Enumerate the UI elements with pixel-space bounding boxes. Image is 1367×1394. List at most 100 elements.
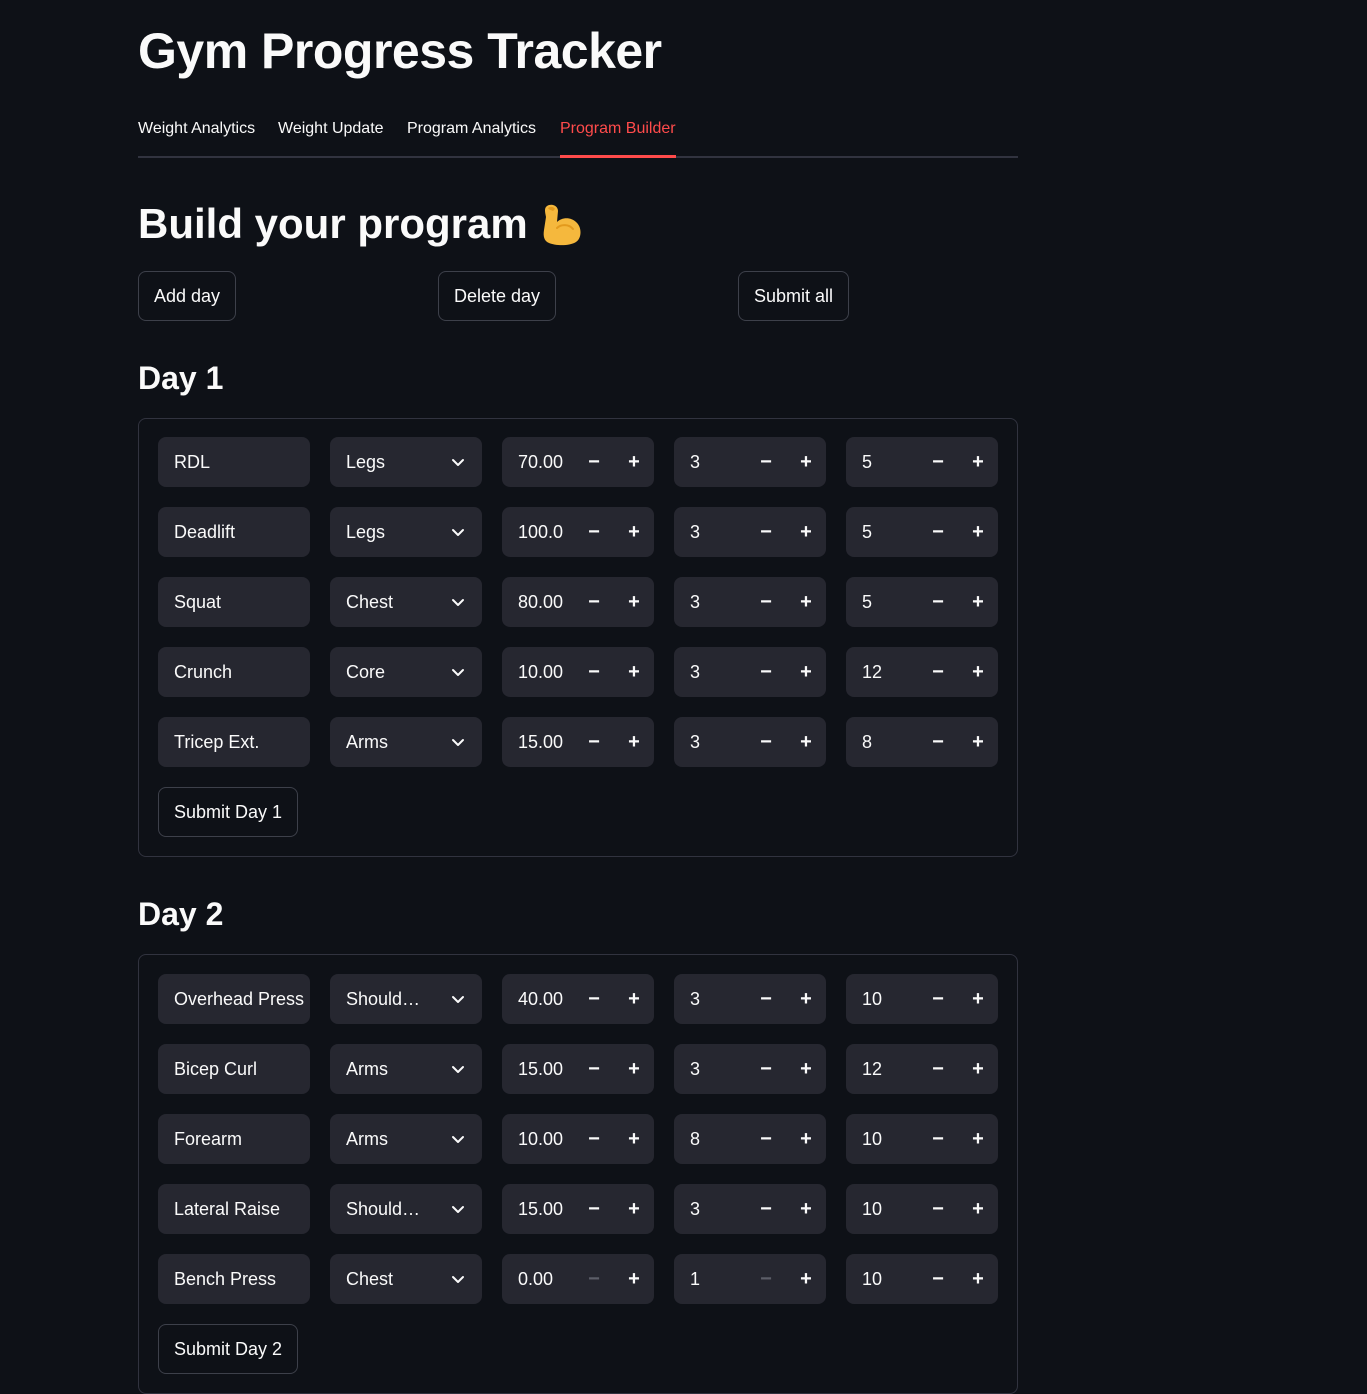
weight-stepper[interactable]: 15.00− +: [502, 1184, 654, 1234]
increment-button[interactable]: +: [786, 577, 826, 627]
reps-stepper[interactable]: 8− +: [846, 717, 998, 767]
exercise-name-input[interactable]: Overhead Press: [158, 974, 310, 1024]
sets-stepper[interactable]: 3− +: [674, 1184, 826, 1234]
weight-stepper[interactable]: 0.00− +: [502, 1254, 654, 1304]
tab-weight-update[interactable]: Weight Update: [278, 112, 384, 156]
increment-button[interactable]: +: [786, 1254, 826, 1304]
weight-stepper[interactable]: 100.0− +: [502, 507, 654, 557]
sets-stepper[interactable]: 3− +: [674, 437, 826, 487]
decrement-button[interactable]: −: [574, 1184, 614, 1234]
exercise-name-input[interactable]: Lateral Raise: [158, 1184, 310, 1234]
increment-button[interactable]: +: [958, 647, 998, 697]
increment-button[interactable]: +: [958, 1184, 998, 1234]
increment-button[interactable]: +: [786, 1114, 826, 1164]
decrement-button[interactable]: −: [746, 577, 786, 627]
increment-button[interactable]: +: [786, 974, 826, 1024]
tab-weight-analytics[interactable]: Weight Analytics: [138, 112, 255, 156]
sets-stepper[interactable]: 3− +: [674, 1044, 826, 1094]
increment-button[interactable]: +: [614, 647, 654, 697]
muscle-group-select[interactable]: Arms: [330, 1044, 482, 1094]
exercise-name-input[interactable]: Squat: [158, 577, 310, 627]
increment-button[interactable]: +: [786, 1184, 826, 1234]
reps-stepper[interactable]: 12− +: [846, 647, 998, 697]
decrement-button[interactable]: −: [746, 437, 786, 487]
submit-day-button[interactable]: Submit Day 1: [158, 787, 299, 837]
increment-button[interactable]: +: [958, 1114, 998, 1164]
decrement-button[interactable]: −: [746, 974, 786, 1024]
tab-program-builder[interactable]: Program Builder: [560, 112, 676, 158]
exercise-name-input[interactable]: Crunch: [158, 647, 310, 697]
increment-button[interactable]: +: [958, 577, 998, 627]
increment-button[interactable]: +: [958, 437, 998, 487]
decrement-button[interactable]: −: [574, 717, 614, 767]
add-day-button[interactable]: Add day: [138, 271, 237, 321]
decrement-button[interactable]: −: [574, 507, 614, 557]
decrement-button[interactable]: −: [918, 507, 958, 557]
submit-day-button[interactable]: Submit Day 2: [158, 1324, 299, 1374]
sets-stepper[interactable]: 3− +: [674, 507, 826, 557]
weight-stepper[interactable]: 80.00− +: [502, 577, 654, 627]
exercise-name-input[interactable]: Bench Press: [158, 1254, 310, 1304]
muscle-group-select[interactable]: Should…: [330, 974, 482, 1024]
decrement-button[interactable]: −: [918, 717, 958, 767]
decrement-button[interactable]: −: [918, 647, 958, 697]
reps-stepper[interactable]: 12− +: [846, 1044, 998, 1094]
increment-button[interactable]: +: [614, 974, 654, 1024]
decrement-button[interactable]: −: [746, 1254, 786, 1304]
decrement-button[interactable]: −: [918, 1254, 958, 1304]
exercise-name-input[interactable]: RDL: [158, 437, 310, 487]
increment-button[interactable]: +: [614, 1114, 654, 1164]
decrement-button[interactable]: −: [746, 1114, 786, 1164]
sets-stepper[interactable]: 3− +: [674, 577, 826, 627]
decrement-button[interactable]: −: [918, 1044, 958, 1094]
weight-stepper[interactable]: 15.00− +: [502, 717, 654, 767]
exercise-name-input[interactable]: Bicep Curl: [158, 1044, 310, 1094]
reps-stepper[interactable]: 5− +: [846, 437, 998, 487]
increment-button[interactable]: +: [614, 437, 654, 487]
decrement-button[interactable]: −: [574, 1114, 614, 1164]
decrement-button[interactable]: −: [574, 1044, 614, 1094]
reps-stepper[interactable]: 5− +: [846, 577, 998, 627]
sets-stepper[interactable]: 8− +: [674, 1114, 826, 1164]
increment-button[interactable]: +: [614, 1184, 654, 1234]
increment-button[interactable]: +: [958, 507, 998, 557]
increment-button[interactable]: +: [614, 507, 654, 557]
exercise-name-input[interactable]: Tricep Ext.: [158, 717, 310, 767]
exercise-name-input[interactable]: Deadlift: [158, 507, 310, 557]
increment-button[interactable]: +: [614, 1044, 654, 1094]
decrement-button[interactable]: −: [746, 647, 786, 697]
increment-button[interactable]: +: [786, 507, 826, 557]
muscle-group-select[interactable]: Legs: [330, 437, 482, 487]
decrement-button[interactable]: −: [574, 647, 614, 697]
reps-stepper[interactable]: 5− +: [846, 507, 998, 557]
reps-stepper[interactable]: 10− +: [846, 1114, 998, 1164]
decrement-button[interactable]: −: [918, 974, 958, 1024]
decrement-button[interactable]: −: [574, 577, 614, 627]
reps-stepper[interactable]: 10− +: [846, 974, 998, 1024]
decrement-button[interactable]: −: [746, 507, 786, 557]
muscle-group-select[interactable]: Arms: [330, 1114, 482, 1164]
decrement-button[interactable]: −: [746, 1184, 786, 1234]
sets-stepper[interactable]: 3− +: [674, 647, 826, 697]
increment-button[interactable]: +: [786, 437, 826, 487]
increment-button[interactable]: +: [614, 717, 654, 767]
weight-stepper[interactable]: 70.00− +: [502, 437, 654, 487]
reps-stepper[interactable]: 10− +: [846, 1184, 998, 1234]
increment-button[interactable]: +: [958, 974, 998, 1024]
muscle-group-select[interactable]: Arms: [330, 717, 482, 767]
increment-button[interactable]: +: [614, 577, 654, 627]
muscle-group-select[interactable]: Core: [330, 647, 482, 697]
decrement-button[interactable]: −: [574, 1254, 614, 1304]
submit-all-button[interactable]: Submit all: [738, 271, 850, 321]
increment-button[interactable]: +: [614, 1254, 654, 1304]
muscle-group-select[interactable]: Chest: [330, 577, 482, 627]
delete-day-button[interactable]: Delete day: [438, 271, 557, 321]
reps-stepper[interactable]: 10− +: [846, 1254, 998, 1304]
weight-stepper[interactable]: 15.00− +: [502, 1044, 654, 1094]
muscle-group-select[interactable]: Should…: [330, 1184, 482, 1234]
sets-stepper[interactable]: 1− +: [674, 1254, 826, 1304]
weight-stepper[interactable]: 10.00− +: [502, 647, 654, 697]
increment-button[interactable]: +: [786, 717, 826, 767]
decrement-button[interactable]: −: [746, 717, 786, 767]
sets-stepper[interactable]: 3− +: [674, 974, 826, 1024]
